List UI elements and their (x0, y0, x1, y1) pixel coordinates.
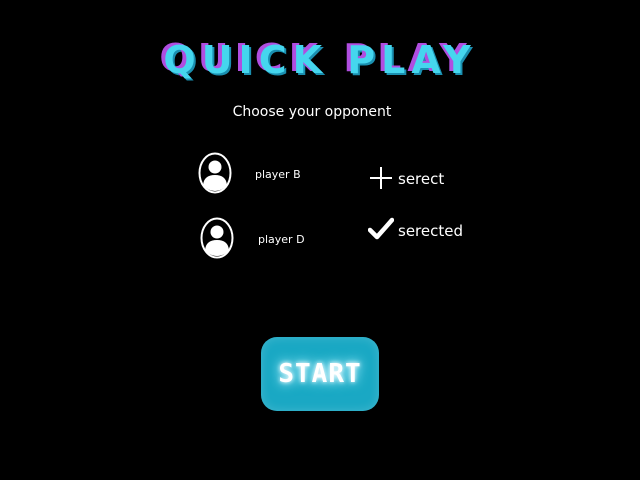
selected-indicator[interactable]: serected (368, 216, 463, 244)
select-label: serect (398, 170, 445, 188)
selected-label: serected (398, 222, 463, 240)
select-button[interactable]: serect (368, 165, 448, 193)
user-avatar-icon (198, 152, 232, 194)
start-button-label: START (278, 359, 362, 389)
plus-icon (370, 167, 392, 189)
user-avatar-icon (200, 217, 234, 259)
choose-opponent-subtitle: Choose your opponent (232, 104, 392, 120)
player-name: player D (258, 233, 305, 246)
player-name: player B (255, 168, 301, 181)
player-row-d[interactable]: player D (198, 217, 318, 261)
checkmark-icon (368, 217, 394, 240)
player-row-b[interactable]: player B (198, 152, 318, 196)
page-title: QUICK PLAY (163, 38, 477, 82)
start-button[interactable]: START (261, 337, 379, 411)
